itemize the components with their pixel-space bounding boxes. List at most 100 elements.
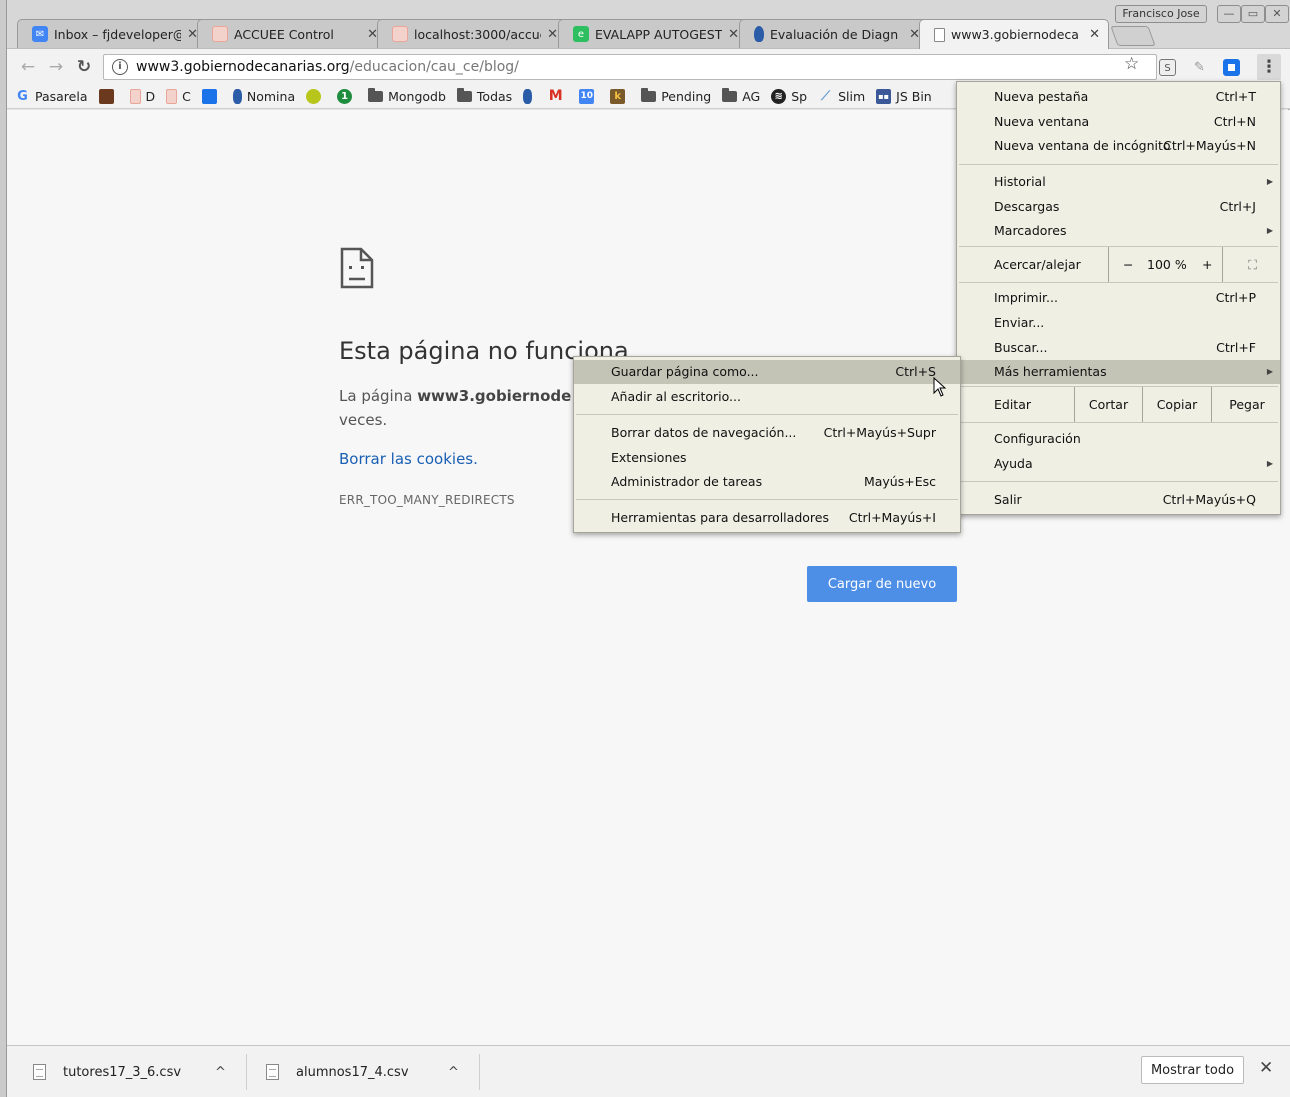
download-item[interactable]: tutores17_3_6.csv ^ — [33, 1054, 233, 1090]
blue-square-icon — [201, 88, 217, 104]
extension-tag-icon[interactable]: ✎ — [1191, 59, 1208, 76]
more-tools-submenu: Guardar página como... Ctrl+S Añadir al e… — [573, 356, 961, 533]
bookmark-pasarela[interactable]: G Pasarela — [15, 88, 88, 104]
menu-item-shortcut: Ctrl+F — [1216, 340, 1256, 355]
folder-icon — [641, 87, 657, 102]
bookmark-folder-mongodb[interactable]: Mongodb — [368, 87, 446, 104]
menu-item-new-window[interactable]: Nueva ventana Ctrl+N — [957, 110, 1280, 134]
bookmark-c[interactable]: C — [166, 88, 191, 104]
menu-item-label: Nueva ventana de incógnito — [994, 138, 1171, 153]
menu-item-shortcut: Ctrl+P — [1215, 290, 1256, 305]
bookmark-label: Todas — [476, 88, 513, 104]
zoom-out-button[interactable]: − — [1123, 247, 1133, 282]
copy-button[interactable]: Copiar — [1142, 387, 1211, 422]
menu-item-label: Borrar datos de navegación... — [611, 425, 797, 440]
bookmark-folder-todas[interactable]: Todas — [456, 87, 513, 104]
star-icon[interactable]: ☆ — [1124, 54, 1139, 74]
menu-item-print[interactable]: Imprimir... Ctrl+P — [957, 286, 1280, 310]
tab-evalapp[interactable]: e EVALAPP AUTOGEST ✕ — [558, 19, 748, 48]
bookmark-folder-pending[interactable]: Pending — [641, 87, 711, 104]
menu-item-incognito[interactable]: Nueva ventana de incógnito Ctrl+Mayús+N — [957, 134, 1280, 158]
bookmark-label: Sp — [791, 88, 808, 104]
bookmark-jsbin[interactable]: ▪▪ JS Bin — [876, 88, 932, 104]
menu-item-help[interactable]: Ayuda ▶ — [957, 452, 1280, 476]
paste-button[interactable]: Pegar — [1211, 387, 1282, 422]
menu-item-more-tools[interactable]: Más herramientas ▶ — [957, 360, 1280, 384]
bookmark-spotify[interactable]: ≋ Sp — [771, 88, 808, 104]
extension-s-icon[interactable]: S — [1159, 59, 1176, 76]
menu-item-developer-tools[interactable]: Herramientas para desarrolladores Ctrl+Ma… — [574, 506, 960, 530]
forward-arrow-icon[interactable]: → — [45, 56, 67, 78]
menu-item-downloads[interactable]: Descargas Ctrl+J — [957, 195, 1280, 219]
bookmark-calendar[interactable]: 10 — [579, 88, 599, 104]
menu-item-clear-browsing-data[interactable]: Borrar datos de navegación... Ctrl+Mayús+… — [574, 421, 960, 445]
chevron-up-icon[interactable]: ^ — [215, 1065, 226, 1080]
bookmark-d[interactable]: D — [129, 88, 155, 104]
info-icon[interactable]: i — [112, 59, 128, 75]
bookmark-canarias[interactable] — [523, 88, 537, 104]
bookmark-folder-ag[interactable]: AG — [722, 87, 760, 104]
menu-item-extensions[interactable]: Extensiones — [574, 446, 960, 470]
bookmark-image[interactable] — [98, 88, 119, 104]
menu-separator — [959, 481, 1278, 482]
bookmark-slim[interactable]: ⟋ Slim — [818, 89, 865, 104]
inbox-icon: ✉ — [32, 26, 48, 42]
slim-icon: ⟋ — [821, 88, 831, 104]
minimize-icon[interactable]: — — [1217, 5, 1241, 23]
close-icon[interactable]: ✕ — [1259, 1058, 1273, 1078]
reload-button[interactable]: Cargar de nuevo — [807, 566, 957, 602]
zoom-in-button[interactable]: + — [1202, 247, 1212, 282]
tab-evaluacion[interactable]: Evaluación de Diagn ✕ — [739, 19, 929, 48]
bookmark-one[interactable]: 1 — [337, 88, 357, 104]
menu-item-task-manager[interactable]: Administrador de tareas Mayús+Esc — [574, 470, 960, 494]
jsbin-icon: ▪▪ — [876, 88, 892, 104]
tab-accuee[interactable]: ACCUEE Control ✕ — [197, 19, 387, 48]
extension-blue-icon[interactable] — [1223, 59, 1240, 76]
clear-cookies-link[interactable]: Borrar las cookies. — [339, 450, 478, 468]
chrome-main-menu: Nueva pestaña Ctrl+T Nueva ventana Ctrl+N … — [956, 81, 1281, 515]
menu-item-label: Buscar... — [994, 340, 1048, 355]
reload-icon[interactable]: ↻ — [73, 56, 95, 78]
menu-item-bookmarks[interactable]: Marcadores ▶ — [957, 219, 1280, 243]
bookmark-gmail[interactable]: M — [548, 88, 568, 104]
tab-localhost[interactable]: localhost:3000/accue ✕ — [377, 19, 567, 48]
menu-item-find[interactable]: Buscar... Ctrl+F — [957, 336, 1280, 360]
menu-item-shortcut: Mayús+Esc — [863, 474, 936, 489]
address-bar[interactable]: i www3.gobiernodecanarias.org/educacion/… — [103, 54, 1157, 80]
menu-item-history[interactable]: Historial ▶ — [957, 170, 1280, 194]
menu-item-settings[interactable]: Configuración — [957, 427, 1280, 451]
bookmark-label: Pasarela — [35, 88, 88, 104]
profile-button[interactable]: Francisco Jose — [1115, 5, 1207, 23]
bookmark-nomina[interactable]: Nomina — [232, 88, 295, 104]
menu-separator — [959, 164, 1278, 165]
show-all-button[interactable]: Mostrar todo — [1141, 1056, 1244, 1084]
back-arrow-icon[interactable]: ← — [17, 56, 39, 78]
download-item[interactable]: alumnos17_4.csv ^ — [266, 1054, 466, 1090]
menu-item-add-to-desktop[interactable]: Añadir al escritorio... — [574, 385, 960, 409]
menu-item-cast[interactable]: Enviar... — [957, 311, 1280, 335]
close-icon[interactable]: ✕ — [1265, 5, 1289, 23]
error-body-suffix: veces. — [339, 411, 388, 429]
tab-label: ACCUEE Control — [234, 26, 334, 42]
menu-item-save-page[interactable]: Guardar página como... Ctrl+S — [574, 360, 960, 384]
bookmark-blue[interactable] — [201, 88, 222, 104]
download-filename: alumnos17_4.csv — [296, 1064, 409, 1080]
kebab-menu-icon[interactable]: ⋮ — [1257, 54, 1281, 80]
tab-close-icon[interactable]: ✕ — [728, 27, 739, 42]
bookmark-k[interactable]: k — [610, 88, 630, 104]
chevron-up-icon[interactable]: ^ — [448, 1065, 459, 1080]
cut-button[interactable]: Cortar — [1074, 387, 1142, 422]
new-tab-button[interactable] — [1110, 26, 1156, 46]
menu-item-shortcut: Ctrl+Mayús+Q — [1162, 492, 1256, 507]
tab-close-icon[interactable]: ✕ — [1089, 27, 1100, 42]
maximize-icon[interactable]: ▭ — [1241, 5, 1265, 23]
url-path: /educacion/cau_ce/blog/ — [349, 59, 519, 75]
menu-item-new-tab[interactable]: Nueva pestaña Ctrl+T — [957, 85, 1280, 109]
fullscreen-icon[interactable]: ⛶ — [1222, 247, 1282, 282]
menu-row-edit: Editar Cortar Copiar Pegar — [957, 387, 1280, 422]
tab-inbox[interactable]: ✉ Inbox – fjdeveloper@ ✕ — [17, 19, 207, 48]
bookmark-tennis[interactable] — [306, 88, 326, 104]
tab-close-icon[interactable]: ✕ — [547, 27, 558, 42]
menu-item-exit[interactable]: Salir Ctrl+Mayús+Q — [957, 488, 1280, 512]
tab-active-gobierno[interactable]: www3.gobiernodeca ✕ — [919, 19, 1109, 49]
